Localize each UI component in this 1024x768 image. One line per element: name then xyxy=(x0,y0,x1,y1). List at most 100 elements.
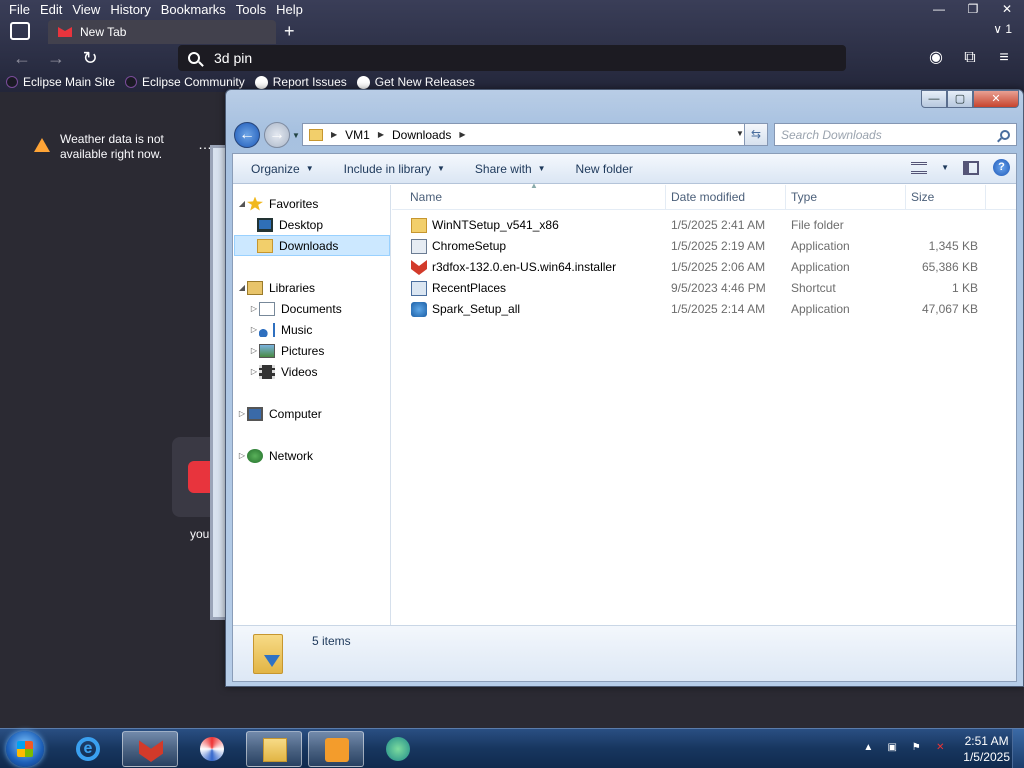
nav-item-music[interactable]: ▷ Music xyxy=(249,319,390,340)
column-divider[interactable] xyxy=(785,185,786,210)
file-row[interactable]: RecentPlaces 9/5/2023 4:46 PM Shortcut 1… xyxy=(392,278,1016,299)
bookmark-eclipse-main-site[interactable]: Eclipse Main Site xyxy=(6,75,115,89)
libraries-icon xyxy=(247,280,263,295)
url-bar[interactable]: 3d pin xyxy=(178,45,846,71)
column-date-modified[interactable]: Date modified xyxy=(671,190,745,204)
file-row[interactable]: Spark_Setup_all 1/5/2025 2:14 AM Applica… xyxy=(392,299,1016,320)
forward-arrow-icon[interactable]: → xyxy=(44,46,68,70)
show-desktop-button[interactable] xyxy=(1012,729,1024,768)
column-name[interactable]: Name xyxy=(410,190,442,204)
bookmark-eclipse-community[interactable]: Eclipse Community xyxy=(125,75,245,89)
menu-help[interactable]: Help xyxy=(271,0,308,20)
chevron-down-icon[interactable]: ▼ xyxy=(941,163,949,172)
start-button[interactable] xyxy=(6,731,44,767)
nav-item-computer[interactable]: ▷ Computer xyxy=(237,403,394,424)
fox-icon xyxy=(139,740,163,762)
bookmark-get-new-releases[interactable]: Get New Releases xyxy=(356,75,475,89)
collapsed-triangle-icon[interactable]: ▷ xyxy=(249,346,259,355)
new-tab-button[interactable]: + xyxy=(284,20,295,42)
back-arrow-icon[interactable]: ← xyxy=(234,122,260,148)
nav-item-documents[interactable]: ▷ Documents xyxy=(249,298,390,319)
menu-file[interactable]: File xyxy=(4,0,35,20)
include-in-library-button[interactable]: Include in library ▼ xyxy=(344,162,445,176)
bookmark-report-issues[interactable]: Report Issues xyxy=(254,75,347,89)
taskbar-media-player[interactable] xyxy=(308,731,364,767)
show-hidden-icons-chevron-icon[interactable]: ▲ xyxy=(861,742,875,756)
preview-pane-icon[interactable] xyxy=(963,160,979,175)
breadcrumb-vm1[interactable]: VM1 xyxy=(345,128,370,142)
column-size[interactable]: Size xyxy=(911,190,934,204)
taskbar-r3dfox[interactable] xyxy=(122,731,178,767)
taskbar-spark[interactable] xyxy=(370,731,426,767)
new-folder-button[interactable]: New folder xyxy=(576,162,633,176)
file-type: File folder xyxy=(791,218,844,232)
account-icon[interactable]: ◉ xyxy=(926,46,946,70)
tab-new-tab[interactable]: New Tab xyxy=(48,20,276,44)
nav-item-videos[interactable]: ▷ Videos xyxy=(249,361,390,382)
share-with-button[interactable]: Share with ▼ xyxy=(475,162,546,176)
browser-restore-button[interactable]: ❐ xyxy=(956,0,990,18)
back-arrow-icon[interactable]: ← xyxy=(10,46,34,70)
collapsed-triangle-icon[interactable]: ▷ xyxy=(249,367,259,376)
nav-item-favorites[interactable]: ◢ Favorites xyxy=(237,193,394,214)
share-label: Share with xyxy=(474,161,532,176)
browser-close-button[interactable]: ✕ xyxy=(990,0,1024,18)
column-divider[interactable] xyxy=(905,185,906,210)
breadcrumb-chevron-icon[interactable]: ▶ xyxy=(459,130,465,139)
recent-pages-chevron-icon[interactable]: ▼ xyxy=(292,131,300,140)
file-row[interactable]: r3dfox-132.0.en-US.win64.installer 1/5/2… xyxy=(392,257,1016,278)
column-divider[interactable] xyxy=(985,185,986,210)
expanded-triangle-icon[interactable]: ◢ xyxy=(237,283,247,292)
search-input[interactable]: Search Downloads xyxy=(774,123,1017,146)
menu-bookmarks[interactable]: Bookmarks xyxy=(156,0,231,20)
nav-item-libraries[interactable]: ◢ Libraries xyxy=(237,277,394,298)
column-type[interactable]: Type xyxy=(791,190,817,204)
taskbar-explorer[interactable] xyxy=(246,731,302,767)
nav-item-downloads[interactable]: Downloads xyxy=(234,235,390,256)
nav-item-network[interactable]: ▷ Network xyxy=(237,445,394,466)
address-bar[interactable]: ▶ VM1 ▶ Downloads ▶ xyxy=(302,123,762,146)
explorer-close-button[interactable]: ✕ xyxy=(973,90,1019,108)
explorer-minimize-button[interactable]: — xyxy=(921,90,947,108)
file-row[interactable]: WinNTSetup_v541_x86 1/5/2025 2:41 AM Fil… xyxy=(392,215,1016,236)
downloads-folder-icon xyxy=(253,634,283,674)
refresh-icon[interactable]: ⇆ xyxy=(744,123,768,146)
explorer-maximize-button[interactable]: ▢ xyxy=(947,90,973,108)
firefox-view-icon[interactable] xyxy=(10,22,30,40)
reload-icon[interactable]: ↻ xyxy=(78,46,102,70)
action-center-flag-icon[interactable]: ⚑ xyxy=(909,742,923,756)
nav-label: Network xyxy=(269,448,314,463)
breadcrumb-chevron-icon[interactable]: ▶ xyxy=(331,130,337,139)
expanded-triangle-icon[interactable]: ◢ xyxy=(237,199,247,208)
collapsed-triangle-icon[interactable]: ▷ xyxy=(249,304,259,313)
browser-minimize-button[interactable]: — xyxy=(922,0,956,18)
url-text[interactable]: 3d pin xyxy=(214,50,252,66)
breadcrumb-downloads[interactable]: Downloads xyxy=(392,128,451,142)
menu-tools[interactable]: Tools xyxy=(231,0,271,20)
taskbar-internet-explorer[interactable]: e xyxy=(60,731,116,767)
navigation-pane: ◢ Favorites Desktop Downloads ◢ Librarie… xyxy=(233,185,391,625)
menu-view[interactable]: View xyxy=(67,0,105,20)
menu-edit[interactable]: Edit xyxy=(35,0,67,20)
forward-arrow-icon[interactable]: → xyxy=(264,122,290,148)
extensions-icon[interactable]: ⧉ xyxy=(960,46,980,70)
volume-muted-icon[interactable]: ✕ xyxy=(933,742,947,756)
collapsed-triangle-icon[interactable]: ▷ xyxy=(237,409,247,418)
menu-history[interactable]: History xyxy=(105,0,155,20)
network-status-icon[interactable]: ▣ xyxy=(885,742,899,756)
breadcrumb-chevron-icon[interactable]: ▶ xyxy=(378,130,384,139)
explorer-window: — ▢ ✕ ← → ▼ ▶ VM1 ▶ Downloads ▶ ▼ ⇆ Sear… xyxy=(225,89,1024,687)
collapsed-triangle-icon[interactable]: ▷ xyxy=(249,325,259,334)
help-icon[interactable]: ? xyxy=(993,159,1010,176)
collapsed-triangle-icon[interactable]: ▷ xyxy=(237,451,247,460)
organize-button[interactable]: Organize ▼ xyxy=(251,162,314,176)
taskbar-swirl-app[interactable] xyxy=(184,731,240,767)
clock[interactable]: 2:51 AM 1/5/2025 xyxy=(963,733,1010,765)
nav-item-pictures[interactable]: ▷ Pictures xyxy=(249,340,390,361)
hamburger-menu-icon[interactable]: ≡ xyxy=(994,46,1014,70)
change-view-icon[interactable] xyxy=(911,161,928,174)
column-divider[interactable] xyxy=(665,185,666,210)
file-row[interactable]: ChromeSetup 1/5/2025 2:19 AM Application… xyxy=(392,236,1016,257)
list-all-tabs-button[interactable]: ∨ 1 xyxy=(993,22,1012,36)
nav-item-desktop[interactable]: Desktop xyxy=(257,214,390,235)
